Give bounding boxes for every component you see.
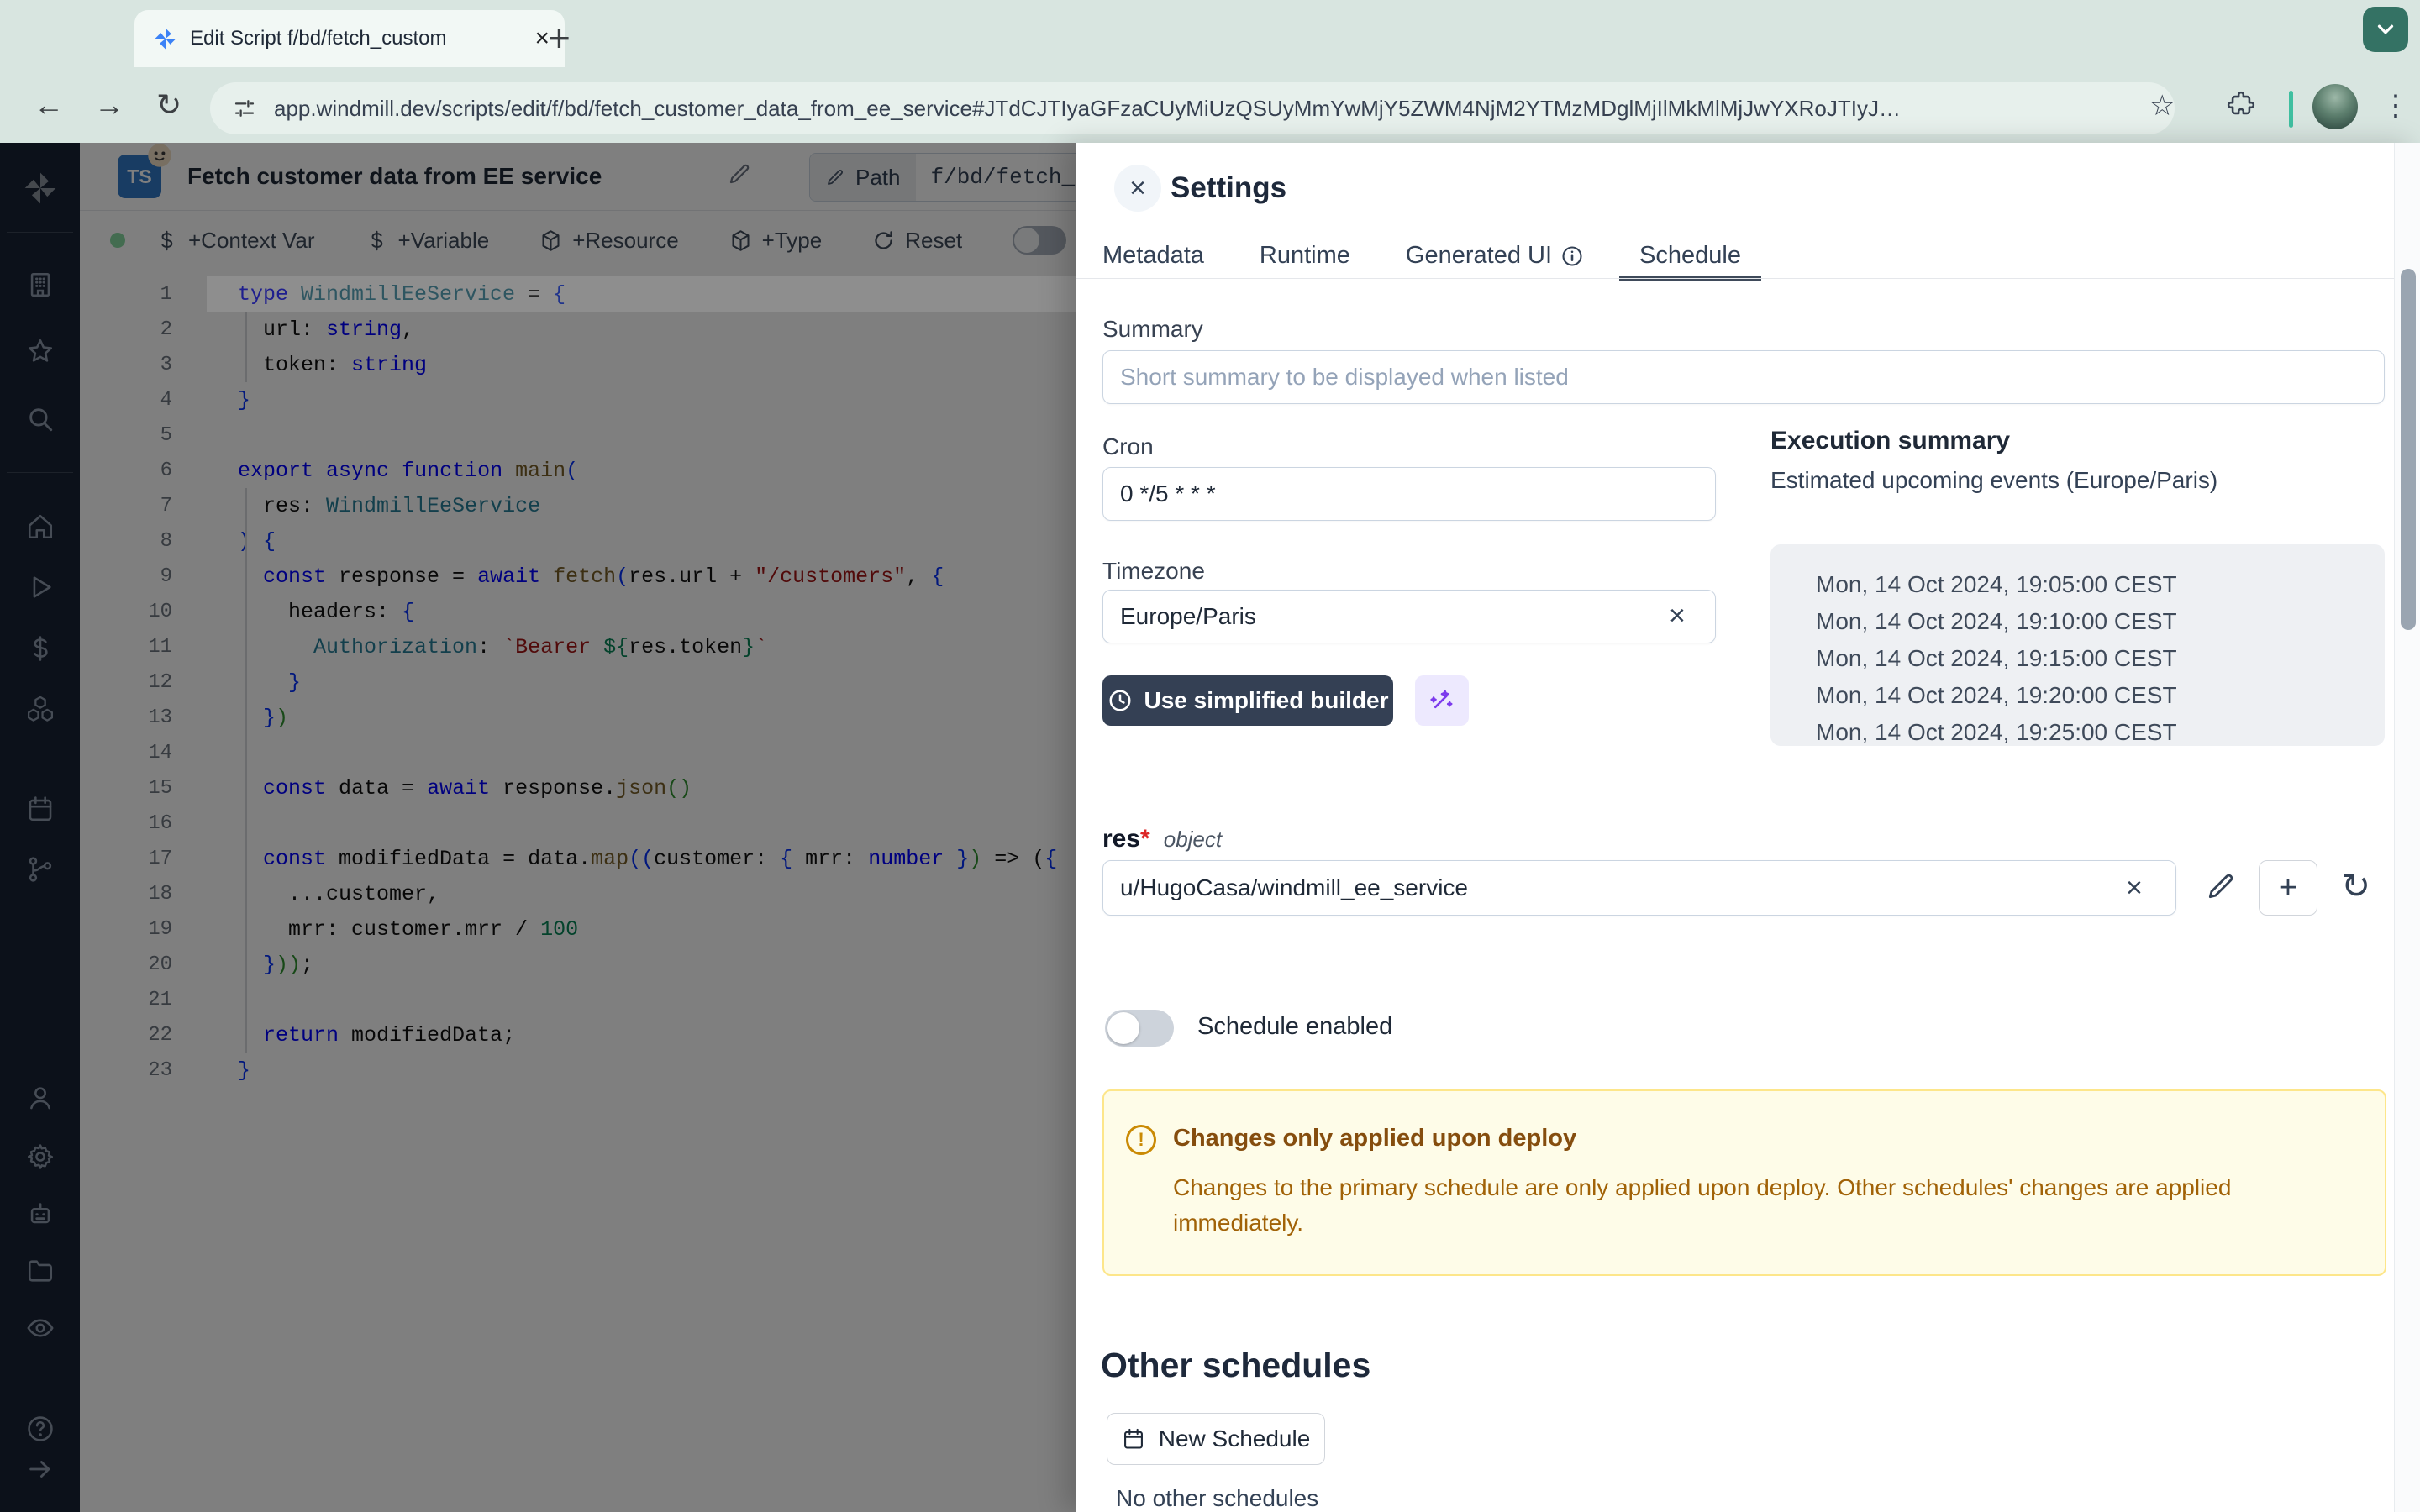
no-other-schedules-text: No other schedules xyxy=(1116,1485,1318,1512)
close-settings-button[interactable]: × xyxy=(1114,165,1161,212)
timezone-input[interactable] xyxy=(1102,590,1716,643)
tab-schedule[interactable]: Schedule xyxy=(1639,233,1741,279)
windmill-favicon-icon xyxy=(153,26,178,51)
browser-menu-icon[interactable]: ⋮ xyxy=(2381,89,2410,123)
cron-input[interactable] xyxy=(1102,467,1716,521)
tabs-divider xyxy=(1076,278,2395,279)
res-arg-label: res* object xyxy=(1102,825,1222,853)
upcoming-events-box: Mon, 14 Oct 2024, 19:05:00 CESTMon, 14 O… xyxy=(1770,544,2385,746)
res-clear-icon[interactable]: × xyxy=(2126,874,2143,902)
tab-title: Edit Script f/bd/fetch_custom xyxy=(190,27,523,50)
tab-runtime[interactable]: Runtime xyxy=(1260,233,1350,279)
timezone-clear-icon[interactable]: × xyxy=(1669,601,1686,630)
tab-search-button[interactable] xyxy=(2363,7,2408,52)
browser-chrome: Edit Script f/bd/fetch_custom × + ← → ↻ … xyxy=(0,0,2420,143)
execution-summary-subheading: Estimated upcoming events (Europe/Paris) xyxy=(1770,467,2217,494)
warning-title: Changes only applied upon deploy xyxy=(1173,1125,1576,1152)
required-asterisk: * xyxy=(1140,825,1150,853)
extensions-icon[interactable] xyxy=(2227,91,2255,119)
toggle-knob xyxy=(1107,1012,1139,1044)
upcoming-event: Mon, 14 Oct 2024, 19:25:00 CEST xyxy=(1816,714,2385,751)
use-simplified-builder-button[interactable]: Use simplified builder xyxy=(1102,675,1393,726)
upcoming-event: Mon, 14 Oct 2024, 19:05:00 CEST xyxy=(1816,566,2385,603)
builder-button-label: Use simplified builder xyxy=(1144,687,1389,714)
current-line-highlight xyxy=(207,276,1076,312)
settings-drawer: × Settings Metadata Runtime Generated UI Sc… xyxy=(1076,143,2420,1512)
reload-button[interactable]: ↻ xyxy=(156,87,182,123)
add-resource-button[interactable]: + xyxy=(2259,860,2317,916)
panel-scrollbar[interactable] xyxy=(2394,143,2420,1512)
info-icon xyxy=(1560,244,1584,268)
tab-metadata[interactable]: Metadata xyxy=(1102,233,1204,279)
res-resource-input[interactable] xyxy=(1102,860,2176,916)
res-arg-type: object xyxy=(1164,827,1222,852)
url-text[interactable]: app.windmill.dev/scripts/edit/f/bd/fetch… xyxy=(274,96,1901,122)
ai-cron-button[interactable] xyxy=(1415,675,1469,726)
new-schedule-button[interactable]: New Schedule xyxy=(1107,1413,1325,1465)
extension-accent-divider xyxy=(2289,91,2293,128)
browser-tab[interactable]: Edit Script f/bd/fetch_custom × xyxy=(134,10,565,67)
summary-label: Summary xyxy=(1102,316,1203,343)
tab-generated-ui[interactable]: Generated UI xyxy=(1406,233,1584,279)
calendar-icon xyxy=(1122,1427,1145,1451)
magic-wand-icon xyxy=(1428,686,1456,715)
address-bar[interactable]: app.windmill.dev/scripts/edit/f/bd/fetch… xyxy=(210,82,2175,134)
bookmark-star-icon[interactable]: ☆ xyxy=(2149,89,2175,123)
new-tab-button[interactable]: + xyxy=(548,15,571,60)
upcoming-event: Mon, 14 Oct 2024, 19:20:00 CEST xyxy=(1816,677,2385,714)
chevron-down-icon xyxy=(2373,17,2398,42)
deploy-warning-box: ! Changes only applied upon deploy Chang… xyxy=(1102,1089,2386,1276)
back-button[interactable]: ← xyxy=(34,87,64,123)
upcoming-event: Mon, 14 Oct 2024, 19:10:00 CEST xyxy=(1816,603,2385,640)
modal-dim-overlay[interactable] xyxy=(0,143,1076,1512)
summary-input[interactable] xyxy=(1102,350,2385,404)
warning-icon: ! xyxy=(1126,1125,1156,1155)
settings-tabs: Metadata Runtime Generated UI Schedule xyxy=(1102,233,1741,279)
profile-avatar[interactable] xyxy=(2312,84,2358,129)
refresh-resource-icon[interactable]: ↻ xyxy=(2341,865,2370,906)
new-schedule-label: New Schedule xyxy=(1159,1425,1311,1452)
warning-body: Changes to the primary schedule are only… xyxy=(1173,1170,2341,1241)
clock-icon xyxy=(1107,688,1133,713)
cron-label: Cron xyxy=(1102,433,1154,460)
site-settings-icon[interactable] xyxy=(232,96,257,121)
settings-title: Settings xyxy=(1171,171,1286,205)
edit-resource-pencil-icon[interactable] xyxy=(2205,870,2237,902)
other-schedules-heading: Other schedules xyxy=(1101,1346,1370,1385)
schedule-enabled-label: Schedule enabled xyxy=(1197,1013,1392,1041)
execution-summary-heading: Execution summary xyxy=(1770,427,2010,455)
res-arg-name: res xyxy=(1102,825,1140,853)
timezone-label: Timezone xyxy=(1102,558,1205,585)
upcoming-event: Mon, 14 Oct 2024, 19:15:00 CEST xyxy=(1816,640,2385,677)
schedule-enabled-toggle[interactable] xyxy=(1105,1010,1174,1047)
scrollbar-thumb[interactable] xyxy=(2401,269,2416,630)
forward-button[interactable]: → xyxy=(94,87,124,123)
